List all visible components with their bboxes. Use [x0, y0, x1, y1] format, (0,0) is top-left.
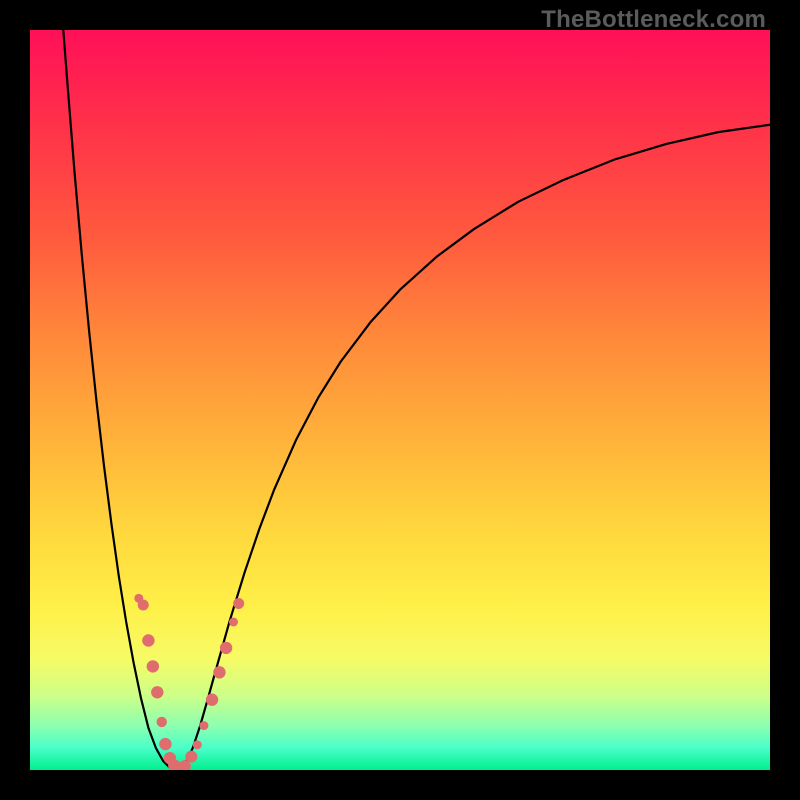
marker-group [134, 594, 244, 770]
chart-frame: TheBottleneck.com [0, 0, 800, 800]
data-marker [233, 598, 244, 609]
data-marker [185, 751, 197, 763]
data-marker [159, 738, 171, 750]
data-marker [142, 634, 154, 646]
data-marker [220, 642, 232, 654]
curve-path [63, 30, 770, 770]
data-marker [206, 694, 218, 706]
data-marker [229, 618, 238, 627]
data-marker [193, 740, 202, 749]
watermark-text: TheBottleneck.com [541, 6, 766, 34]
data-marker [147, 660, 159, 672]
data-marker [151, 686, 163, 698]
data-marker [157, 717, 167, 727]
data-marker [213, 666, 225, 678]
bottleneck-curve [30, 30, 770, 770]
data-marker [199, 721, 208, 730]
data-marker [134, 594, 143, 603]
plot-area [30, 30, 770, 770]
